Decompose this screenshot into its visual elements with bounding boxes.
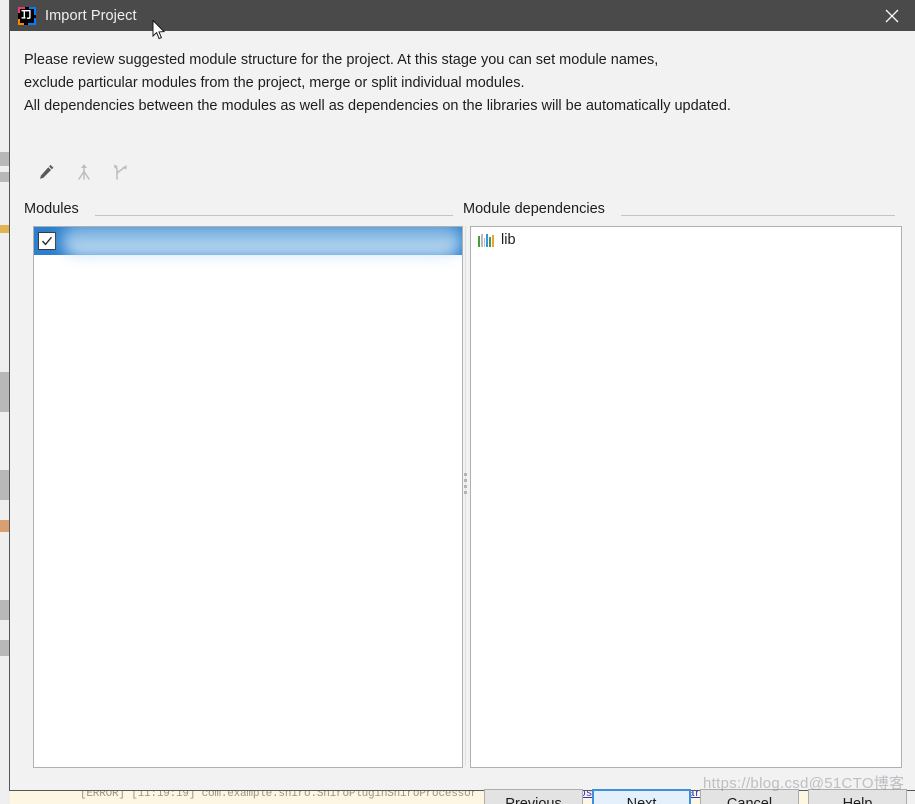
ide-left-marker	[0, 640, 9, 656]
ide-left-marker	[0, 520, 9, 532]
dependencies-section-label: Module dependencies	[463, 201, 605, 217]
modules-section-rule	[95, 215, 453, 216]
help-button[interactable]: Help	[808, 789, 907, 804]
description-line-1: Please review suggested module structure…	[24, 52, 659, 68]
ide-left-marker	[0, 172, 9, 182]
modules-section-label: Modules	[24, 201, 79, 217]
dialog-description: Please review suggested module structure…	[24, 49, 894, 118]
module-checkbox[interactable]	[38, 232, 56, 250]
dependency-name-label: lib	[501, 232, 516, 248]
modules-toolbar	[34, 159, 134, 185]
dependency-list-item[interactable]: lib	[471, 227, 901, 253]
library-icon	[478, 233, 494, 247]
splitter-grip-dot	[464, 484, 467, 488]
redacted-module-name	[62, 227, 462, 257]
dialog-body: Please review suggested module structure…	[10, 31, 915, 804]
close-icon[interactable]	[869, 0, 915, 31]
next-button[interactable]: Next	[592, 789, 691, 804]
dialog-title: Import Project	[45, 7, 137, 24]
intellij-idea-icon	[18, 6, 36, 25]
previous-button-label-rest: revious	[514, 795, 562, 804]
merge-modules-button[interactable]	[71, 159, 97, 185]
previous-button[interactable]: Previous	[484, 789, 583, 804]
import-project-dialog: Import Project Please review suggested m…	[10, 0, 915, 804]
dialog-titlebar[interactable]: Import Project	[10, 0, 915, 31]
description-line-3: All dependencies between the modules as …	[24, 98, 731, 114]
dialog-button-bar: Previous Next Cancel Help	[484, 789, 907, 804]
modules-list[interactable]	[33, 226, 463, 768]
splitter-grip-dot	[464, 472, 467, 476]
split-module-button[interactable]	[108, 159, 134, 185]
dependencies-section-rule	[621, 215, 895, 216]
cancel-button[interactable]: Cancel	[700, 789, 799, 804]
ide-left-marker	[0, 372, 9, 412]
module-dependencies-list[interactable]: lib	[470, 226, 902, 768]
ide-left-marker	[0, 225, 9, 233]
splitter-grip-dot	[464, 478, 467, 482]
ide-left-marker	[0, 470, 9, 500]
panel-splitter-handle[interactable]	[461, 468, 470, 498]
screen: [ERROR] [11:19:19] com.example.shiro.Shi…	[0, 0, 915, 804]
next-button-label-rest: ext	[637, 795, 657, 804]
ide-left-marker	[0, 152, 9, 166]
description-line-2: exclude particular modules from the proj…	[24, 75, 525, 91]
ide-left-marker	[0, 600, 9, 620]
module-list-item[interactable]	[34, 227, 462, 257]
splitter-grip-dot	[464, 490, 467, 494]
edit-module-name-button[interactable]	[34, 159, 60, 185]
